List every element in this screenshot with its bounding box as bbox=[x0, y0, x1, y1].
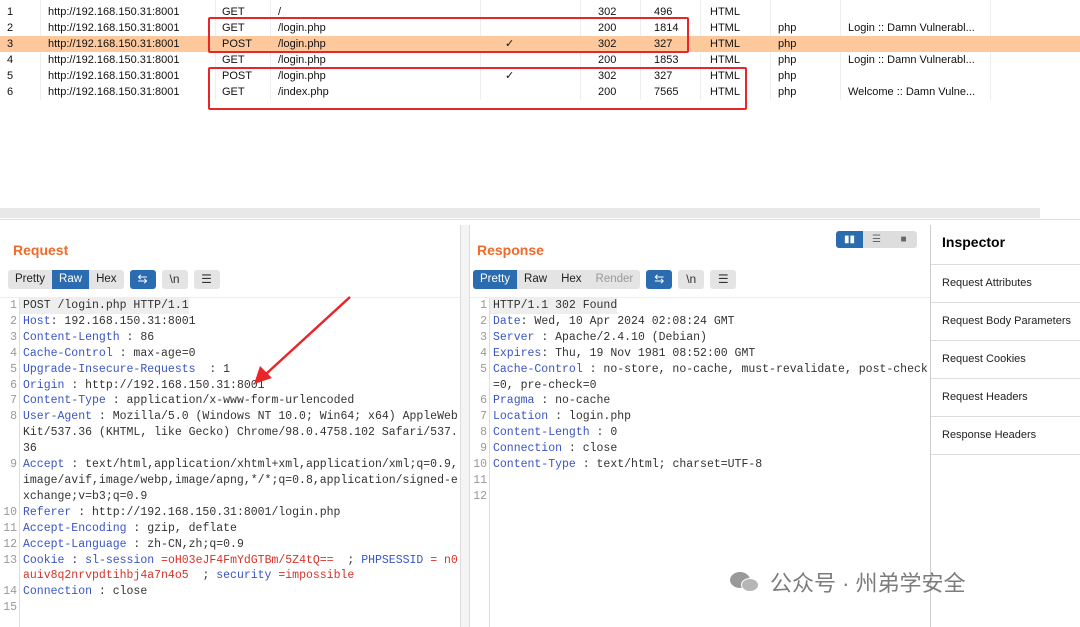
annotation-arrow bbox=[254, 296, 351, 384]
wechat-icon bbox=[730, 570, 760, 594]
watermark: 公众号 · 州弟学安全 bbox=[730, 566, 966, 598]
